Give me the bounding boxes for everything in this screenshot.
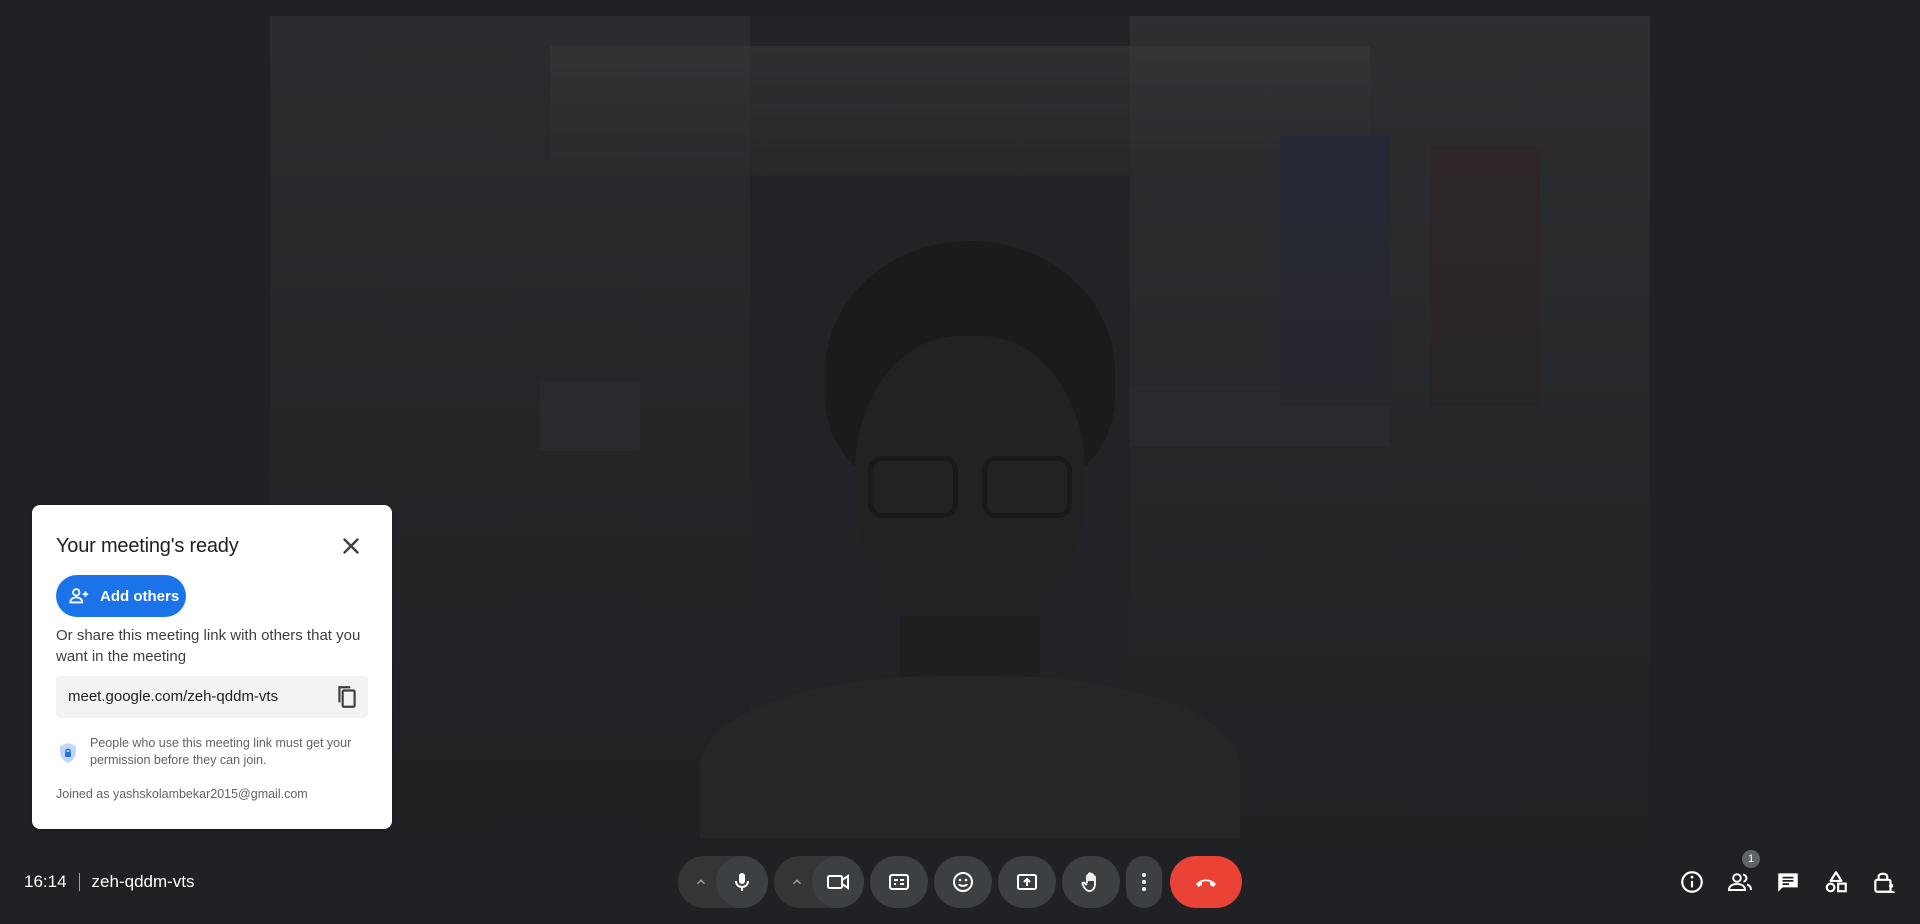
meeting-details: 16:14 zeh-qddm-vts [24,872,195,892]
present-button[interactable] [998,856,1056,908]
self-video-tile [270,16,1650,838]
shield-icon [56,741,80,765]
captions-button[interactable] [870,856,928,908]
chat-button[interactable] [1770,864,1806,900]
add-person-icon [69,588,89,604]
microphone-button[interactable] [716,856,768,908]
meeting-link-box: meet.google.com/zeh-qddm-vts [56,676,368,718]
joined-as-text: Joined as yashskolambekar2015@gmail.com [56,787,308,801]
chat-icon [1778,873,1798,892]
meet-call-screen: Your meeting's ready Add others Or share… [0,0,1920,924]
video-options-chevron-icon[interactable] [777,856,817,908]
clock-time: 16:14 [24,872,67,891]
people-icon [1727,873,1752,891]
dialog-title: Your meeting's ready [56,535,239,557]
more-options-icon [1142,873,1146,891]
copy-icon[interactable] [334,684,360,710]
meeting-link[interactable]: meet.google.com/zeh-qddm-vts [68,688,278,705]
activities-icon [1825,871,1847,893]
emoji-icon [953,872,973,892]
people-button[interactable] [1722,864,1758,900]
audio-options-chevron-icon[interactable] [681,856,721,908]
meeting-ready-dialog: Your meeting's ready Add others Or share… [32,505,392,829]
microphone-icon [735,873,749,891]
end-call-icon [1196,879,1216,887]
closed-captions-icon [889,874,909,890]
video-dim-overlay [270,16,1650,838]
present-screen-icon [1017,874,1037,890]
leave-call-button[interactable] [1170,856,1242,908]
people-count-badge: 1 [1742,850,1760,868]
meeting-code: zeh-qddm-vts [91,872,195,891]
meeting-details-button[interactable] [1674,864,1710,900]
raise-hand-icon [1081,872,1096,892]
camera-button[interactable] [812,856,864,908]
add-others-label: Add others [100,587,180,605]
divider [78,873,80,891]
close-icon[interactable] [338,533,364,559]
lock-person-icon [1874,872,1895,893]
info-icon [1681,871,1703,893]
add-others-button[interactable]: Add others [56,575,186,617]
raise-hand-button[interactable] [1062,856,1120,908]
share-description: Or share this meeting link with others t… [56,627,361,665]
permission-note: People who use this meeting link must ge… [90,736,352,767]
reactions-button[interactable] [934,856,992,908]
more-options-button[interactable] [1126,856,1162,908]
video-camera-icon [827,874,849,890]
bottom-control-bar: 16:14 zeh-qddm-vts 1 [0,844,1920,924]
host-controls-button[interactable] [1866,864,1902,900]
activities-button[interactable] [1818,864,1854,900]
